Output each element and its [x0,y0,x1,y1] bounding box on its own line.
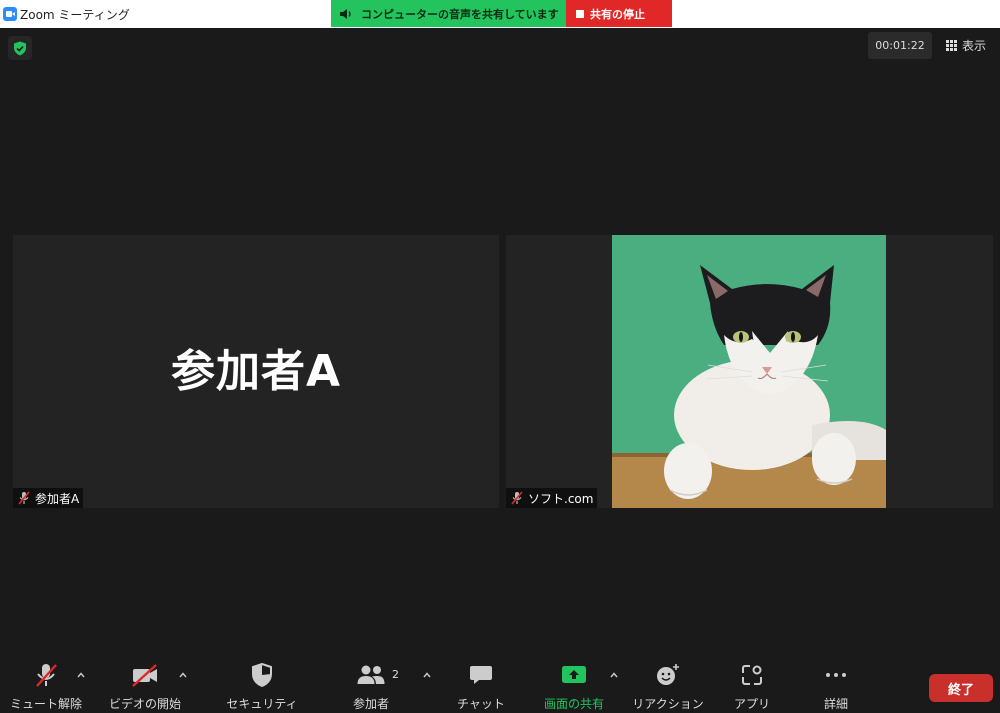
grid-icon [946,40,957,51]
mic-muted-icon [36,664,57,687]
audio-options-chevron-icon[interactable] [76,670,86,680]
more-button[interactable]: 詳細 [810,660,862,713]
security-label: セキュリティ [226,697,298,711]
participant-name-label: 参加者A [35,491,80,506]
unmute-label: ミュート解除 [10,697,83,711]
cat-video-feed [612,235,886,508]
reactions-label: リアクション [632,697,704,711]
chat-label: チャット [457,697,505,711]
stop-icon [576,9,584,18]
window-title: Zoom ミーティング [20,8,130,22]
meeting-toolbar: ミュート解除 ビデオの開始 セキュリティ 2 参加者 チャット 画面の共有 リア… [0,660,1000,713]
start-video-label: ビデオの開始 [108,697,181,711]
participant-display-name: 参加者A [170,346,342,397]
start-video-button[interactable]: ビデオの開始 [105,660,185,713]
apps-button[interactable]: アプリ [724,660,780,713]
speaker-icon [340,8,351,19]
view-button[interactable]: 表示 [942,32,997,59]
unmute-button[interactable]: ミュート解除 [10,660,82,713]
participants-button[interactable]: 2 参加者 [341,660,401,713]
zoom-app-icon [3,7,17,21]
participants-count: 2 [392,668,399,681]
encryption-shield-button[interactable] [8,36,32,60]
share-screen-button[interactable]: 画面の共有 [538,660,610,713]
video-tile-soft-com[interactable]: ソフト.com [506,235,993,508]
chat-button[interactable]: チャット [450,660,512,713]
stop-share-button[interactable]: 共有の停止 [566,0,672,27]
end-meeting-button[interactable]: 終了 [929,674,993,702]
people-icon [357,665,385,684]
shield-check-icon [14,41,26,55]
participant-name-tag: ソフト.com [506,488,598,508]
share-banner: コンピューターの音声を共有しています 共有の停止 [331,0,672,28]
video-options-chevron-icon[interactable] [178,670,188,680]
meeting-timer: 00:01:22 [868,32,932,59]
participant-name-tag: 参加者A [13,488,84,508]
view-label: 表示 [962,39,987,53]
shield-icon [252,663,272,687]
sharing-audio-text: コンピューターの音声を共有しています [361,7,559,21]
more-dots-icon [826,673,846,677]
apps-icon [742,665,762,685]
video-off-icon [132,664,157,687]
share-screen-icon [562,666,586,683]
mic-muted-icon [18,491,30,505]
share-screen-label: 画面の共有 [543,697,604,711]
more-label: 詳細 [823,697,848,711]
participants-options-chevron-icon[interactable] [422,670,432,680]
participants-label: 参加者 [352,697,389,711]
stop-share-label: 共有の停止 [590,7,645,21]
security-button[interactable]: セキュリティ [225,660,299,713]
video-tile-participant-a[interactable]: 参加者A 参加者A [13,235,499,508]
reactions-button[interactable]: リアクション [632,660,704,713]
emoji-add-icon [657,664,679,685]
participant-name-label: ソフト.com [528,491,594,506]
chat-bubble-icon [470,666,492,684]
apps-label: アプリ [733,697,770,711]
share-options-chevron-icon[interactable] [609,670,619,680]
sharing-audio-status: コンピューターの音声を共有しています [331,0,566,27]
mic-muted-icon [511,491,523,505]
